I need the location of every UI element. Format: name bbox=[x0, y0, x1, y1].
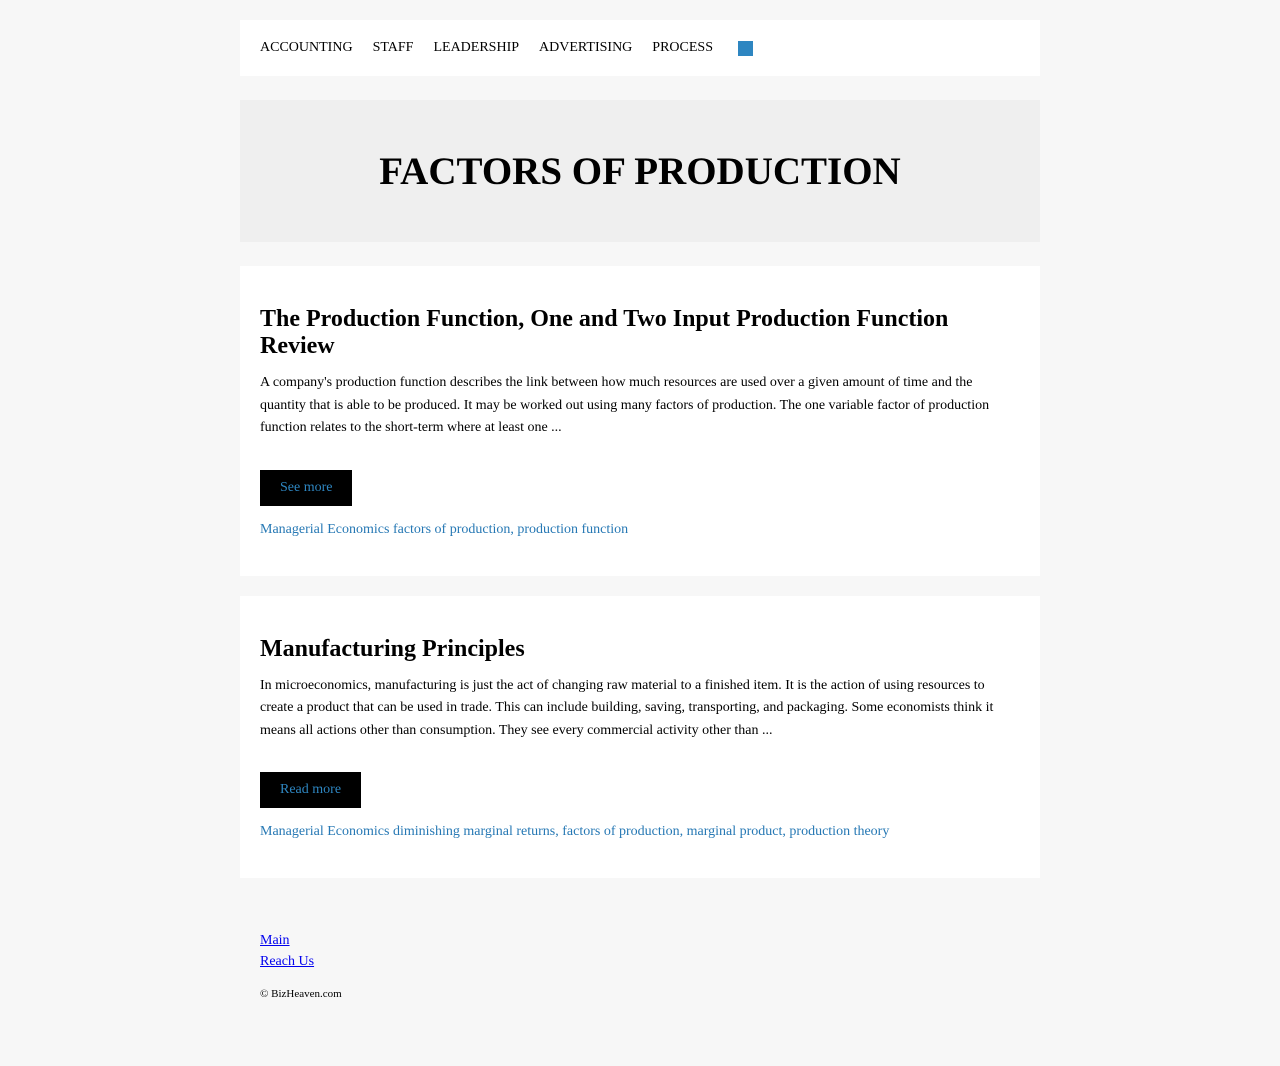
see-more-button[interactable]: See more bbox=[260, 469, 353, 506]
read-more-button[interactable]: Read more bbox=[260, 772, 362, 808]
copyright-text: © BizHeaven.com bbox=[260, 988, 342, 1000]
post-excerpt: In microeconomics, manufacturing is just… bbox=[260, 677, 994, 738]
footer-link-reach-us[interactable]: Reach Us bbox=[260, 951, 1020, 972]
post-meta: Managerial Economics factors of producti… bbox=[260, 522, 1020, 538]
category-link[interactable]: Managerial Economics bbox=[260, 522, 389, 537]
nav-item-staff[interactable]: STAFF bbox=[373, 40, 414, 56]
hero-banner: FACTORS OF PRODUCTION bbox=[240, 100, 1040, 242]
nav-item-process[interactable]: PROCESS bbox=[652, 40, 713, 56]
page-container: ACCOUNTING STAFF LEADERSHIP ADVERTISING … bbox=[240, 0, 1040, 1000]
nav-item-leadership[interactable]: LEADERSHIP bbox=[433, 40, 519, 56]
tag-links[interactable]: factors of production, production functi… bbox=[393, 522, 628, 537]
category-link[interactable]: Managerial Economics bbox=[260, 824, 389, 839]
footer-link-main[interactable]: Main bbox=[260, 930, 1020, 951]
post-card: The Production Function, One and Two Inp… bbox=[240, 266, 1040, 576]
post-title[interactable]: The Production Function, One and Two Inp… bbox=[260, 306, 1020, 360]
tag-links[interactable]: diminishing marginal returns, factors of… bbox=[393, 824, 889, 839]
square-icon[interactable] bbox=[738, 40, 753, 56]
nav-item-advertising[interactable]: ADVERTISING bbox=[539, 40, 632, 56]
page-title: FACTORS OF PRODUCTION bbox=[379, 149, 901, 193]
post-title[interactable]: Manufacturing Principles bbox=[260, 636, 1020, 663]
footer: Main Reach Us © BizHeaven.com bbox=[240, 878, 1040, 1000]
top-navigation: ACCOUNTING STAFF LEADERSHIP ADVERTISING … bbox=[240, 20, 1040, 76]
post-card: Manufacturing Principles In microeconomi… bbox=[240, 595, 1040, 878]
post-meta: Managerial Economics diminishing margina… bbox=[260, 824, 1020, 840]
nav-item-accounting[interactable]: ACCOUNTING bbox=[260, 40, 353, 56]
post-excerpt: A company's production function describe… bbox=[260, 375, 990, 435]
